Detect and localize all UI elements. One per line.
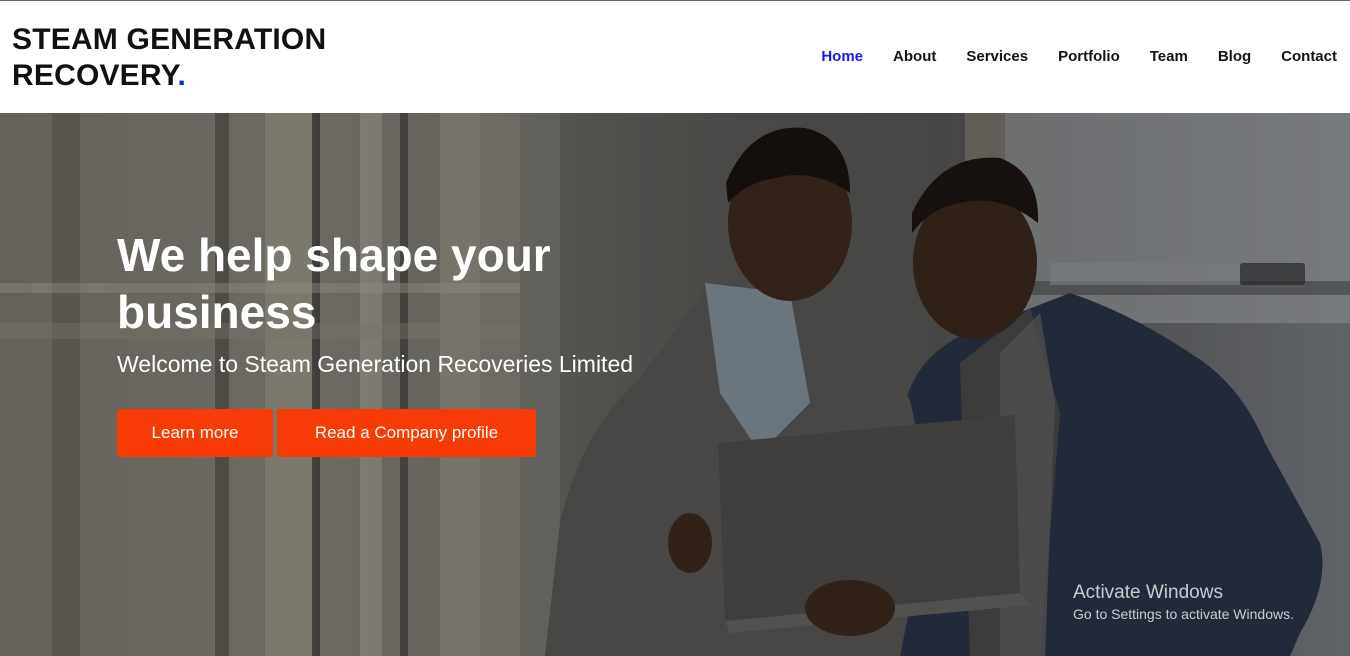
site-header: STEAM GENERATION RECOVERY. Home About Se… — [0, 1, 1350, 113]
company-profile-button[interactable]: Read a Company profile — [277, 409, 536, 457]
hero-title: We help shape your business — [117, 229, 551, 338]
logo-line-2: RECOVERY. — [12, 58, 326, 94]
watermark-subtitle: Go to Settings to activate Windows. — [1073, 606, 1294, 622]
hero-subtitle: Welcome to Steam Generation Recoveries L… — [117, 351, 634, 377]
nav-services[interactable]: Services — [966, 47, 1028, 67]
logo-line-2-text: RECOVERY — [12, 59, 178, 92]
nav-about[interactable]: About — [893, 47, 936, 67]
nav-team[interactable]: Team — [1150, 47, 1188, 67]
nav-home[interactable]: Home — [821, 47, 863, 67]
nav-contact[interactable]: Contact — [1281, 47, 1337, 67]
watermark-title: Activate Windows — [1073, 582, 1223, 603]
nav-portfolio[interactable]: Portfolio — [1058, 47, 1120, 67]
logo-line-1: STEAM GENERATION — [12, 23, 327, 56]
site-logo[interactable]: STEAM GENERATION RECOVERY. — [12, 22, 326, 94]
logo-dot: . — [177, 59, 187, 92]
hero-dark-overlay — [0, 113, 1350, 656]
learn-more-button[interactable]: Learn more — [117, 409, 273, 457]
main-nav: Home About Services Portfolio Team Blog … — [791, 47, 1337, 67]
hero-section: We help shape your business Welcome to S… — [0, 113, 1350, 656]
activate-windows-watermark: Activate Windows Go to Settings to activ… — [1073, 581, 1294, 623]
nav-blog[interactable]: Blog — [1218, 47, 1251, 67]
